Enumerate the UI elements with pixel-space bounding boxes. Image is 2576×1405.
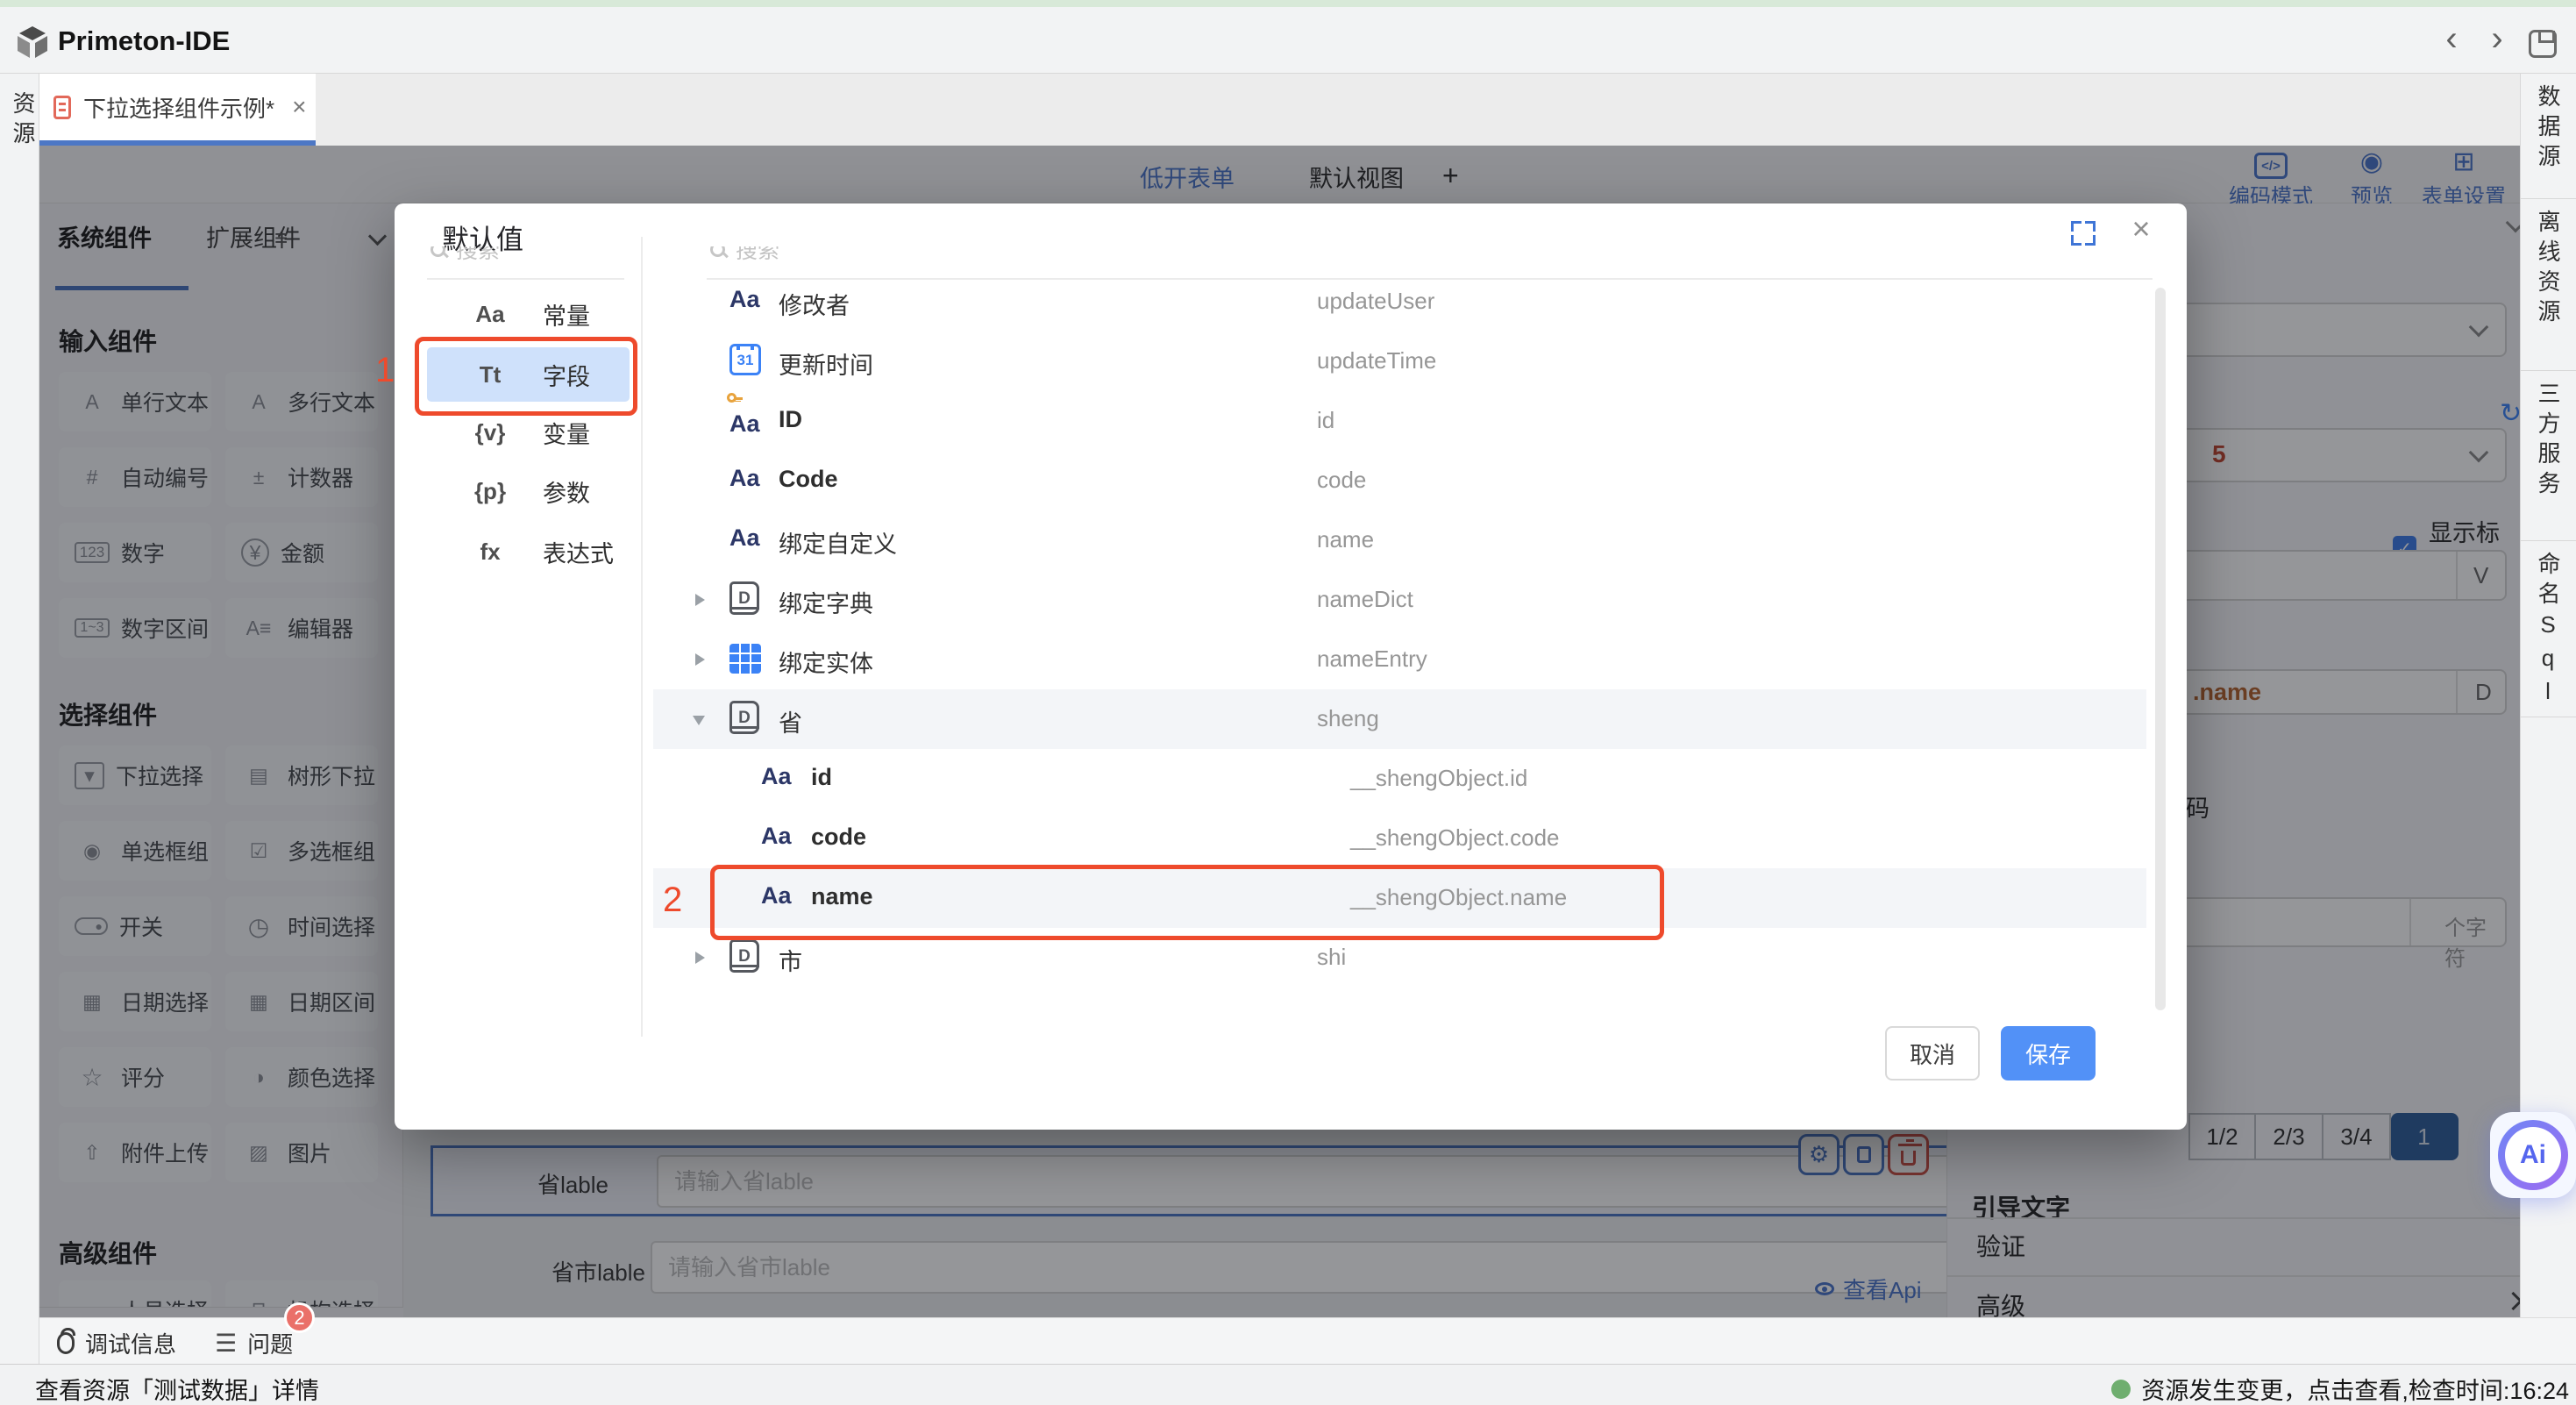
fullscreen-icon[interactable] — [2071, 221, 2096, 246]
problems-button[interactable]: ☰ 问题 — [215, 1327, 293, 1359]
row-sheng-expanded[interactable]: D 省sheng — [653, 689, 2146, 749]
text-field-icon: Aa — [729, 524, 760, 552]
column-divider — [641, 237, 643, 1037]
expand-caret-icon[interactable] — [695, 594, 705, 606]
save-button[interactable]: 保存 — [2001, 1026, 2096, 1080]
category-expression[interactable]: fx表达式 — [427, 524, 630, 579]
dictionary-icon: D — [729, 581, 759, 615]
status-right[interactable]: 资源发生变更，点击查看,检查时间:16:24 — [2111, 1372, 2569, 1405]
file-tab[interactable]: 下拉选择组件示例* × — [39, 74, 316, 140]
annotation-box-2 — [710, 865, 1664, 940]
dictionary-icon: D — [729, 701, 759, 734]
row-update-user[interactable]: Aa 修改者updateUser — [653, 272, 2146, 332]
top-accent-strip — [0, 0, 2576, 7]
category-search-input[interactable]: 搜索 — [427, 246, 624, 280]
row-dict-binding[interactable]: D 绑定字典nameDict — [653, 570, 2146, 630]
dictionary-icon: D — [729, 939, 759, 973]
modal-scrollbar[interactable] — [2155, 288, 2166, 1010]
text-field-icon: Aa — [729, 465, 760, 492]
bottom-toolbar: 调试信息 ☰ 问题 2 — [39, 1317, 2576, 1364]
entity-table-icon — [729, 644, 761, 674]
nav-forward-icon[interactable]: › — [2480, 19, 2515, 59]
cancel-button[interactable]: 取消 — [1885, 1026, 1980, 1080]
ai-icon: Ai — [2505, 1127, 2561, 1183]
row-update-time[interactable]: 31 更新时间updateTime — [653, 332, 2146, 391]
left-rail: 资源 — [0, 74, 39, 1364]
row-id[interactable]: Aa IDid — [653, 391, 2146, 451]
row-entity-binding[interactable]: 绑定实体nameEntry — [653, 630, 2146, 689]
primary-key-icon — [727, 393, 737, 403]
rail-tab-third-party-services[interactable]: 三方服务 — [2521, 371, 2576, 541]
expand-caret-icon[interactable] — [695, 653, 705, 666]
row-sheng-code[interactable]: Aa code__shengObject.code — [653, 809, 2146, 868]
annotation-number-2: 2 — [663, 881, 682, 920]
calendar-icon: 31 — [729, 344, 761, 375]
annotation-box-1 — [415, 337, 637, 416]
modal-close-icon[interactable]: × — [2124, 210, 2159, 247]
collapse-caret-icon[interactable] — [693, 716, 705, 725]
text-field-icon: Aa — [761, 823, 792, 850]
rail-tab-named-sql[interactable]: 命名Sql — [2521, 541, 2576, 717]
status-right-text: 资源发生变更，点击查看,检查时间:16:24 — [2141, 1372, 2569, 1405]
category-parameter[interactable]: {p}参数 — [427, 464, 630, 518]
save-icon[interactable] — [2529, 30, 2557, 58]
nav-back-icon[interactable]: ‹ — [2434, 19, 2469, 59]
default-value-modal: 默认值 × 搜索 搜索 Aa常量 Tt字段 {v}变量 {p}参数 fx表达式 … — [395, 203, 2187, 1130]
ai-ring: Ai — [2498, 1120, 2568, 1190]
bug-icon — [57, 1332, 75, 1354]
text-field-icon: Aa — [761, 763, 792, 790]
search-icon — [431, 246, 445, 257]
category-constant[interactable]: Aa常量 — [427, 287, 630, 341]
status-green-dot-icon — [2111, 1380, 2131, 1399]
file-tab-strip: 下拉选择组件示例* × — [39, 74, 2520, 146]
rail-tab-datasource[interactable]: 数据源 — [2521, 74, 2576, 199]
document-icon — [53, 96, 71, 119]
rail-tab-resources[interactable]: 资源 — [7, 91, 39, 151]
close-tab-icon[interactable]: × — [292, 93, 306, 121]
app-header: Primeton-IDE ‹ › — [0, 7, 2576, 74]
annotation-number-1: 1 — [375, 351, 395, 390]
ai-assistant-button[interactable]: Ai — [2490, 1112, 2576, 1198]
problems-count-badge: 2 — [284, 1302, 315, 1333]
status-left-text[interactable]: 查看资源「测试数据」详情 — [35, 1372, 319, 1405]
row-sheng-id[interactable]: Aa id__shengObject.id — [653, 749, 2146, 809]
row-custom-binding[interactable]: Aa 绑定自定义name — [653, 510, 2146, 570]
row-code[interactable]: Aa Codecode — [653, 451, 2146, 510]
debug-info-button[interactable]: 调试信息 — [57, 1327, 176, 1359]
status-bar: 查看资源「测试数据」详情 资源发生变更，点击查看,检查时间:16:24 — [0, 1364, 2576, 1405]
problem-list-icon: ☰ — [215, 1329, 237, 1358]
search-icon — [710, 246, 725, 257]
text-field-icon: Aa — [729, 286, 760, 313]
primeton-logo-icon — [14, 25, 51, 61]
app-title: Primeton-IDE — [58, 25, 230, 57]
file-tab-label: 下拉选择组件示例* — [83, 91, 274, 124]
rail-tab-offline-resources[interactable]: 离线资源 — [2521, 199, 2576, 371]
text-field-icon: Aa — [729, 410, 760, 438]
expand-caret-icon[interactable] — [695, 952, 705, 964]
